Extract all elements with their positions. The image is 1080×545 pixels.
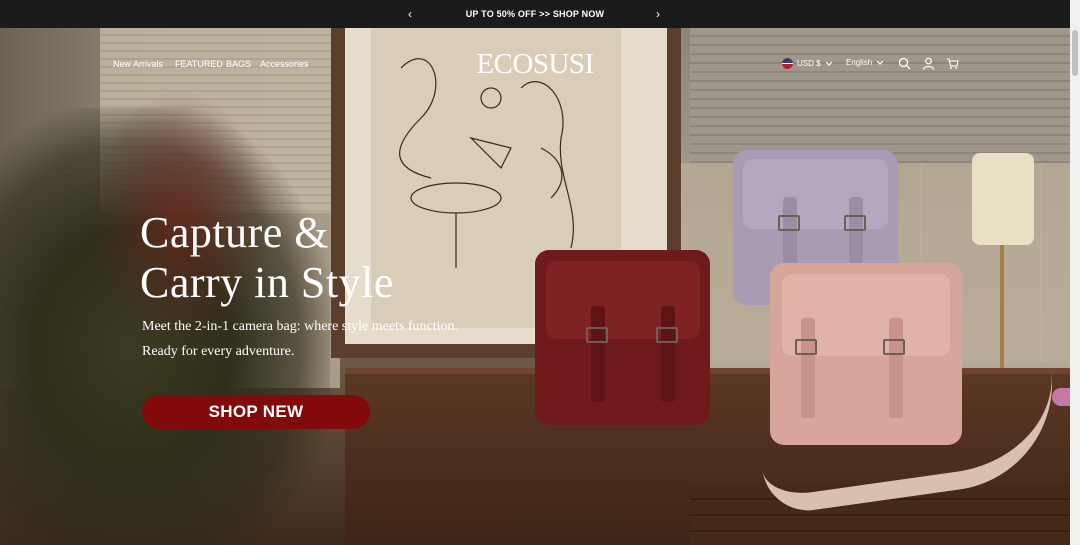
lamp-stem [1000, 245, 1004, 375]
currency-selector[interactable]: USD $ [782, 58, 833, 69]
hero-headline: Capture & Carry in Style [140, 208, 394, 308]
announcement-text[interactable]: UP TO 50% OFF >> SHOP NOW [0, 9, 1070, 19]
shop-new-button[interactable]: SHOP NEW [142, 395, 370, 429]
bag-buckle [585, 327, 608, 343]
page-scrollbar[interactable] [1070, 0, 1080, 545]
hero-headline-line2: Carry in Style [140, 258, 394, 307]
language-label: English [846, 58, 873, 67]
us-flag-icon [782, 58, 793, 69]
currency-label: USD $ [797, 59, 821, 68]
language-selector[interactable]: English [846, 58, 884, 67]
bag-buckle [883, 339, 906, 356]
cart-icon[interactable] [946, 57, 959, 70]
hero-banner: Capture & Carry in Style Meet the 2-in-1… [0, 28, 1070, 545]
lamp-shade [972, 153, 1034, 245]
announcement-bar: ‹ UP TO 50% OFF >> SHOP NOW › [0, 0, 1070, 28]
bag-buckle [777, 215, 800, 232]
announcement-next-icon[interactable]: › [656, 7, 660, 21]
bag-burgundy [535, 250, 710, 425]
bag-strap [591, 306, 605, 403]
chevron-down-icon [876, 60, 884, 65]
bag-pink [770, 263, 962, 445]
bag-strap [661, 306, 675, 403]
bag-flap [742, 159, 889, 230]
hero-subtitle: Meet the 2-in-1 camera bag: where style … [142, 314, 458, 364]
site-header: New Arrivals FEATURED BAGS Accessories E… [0, 28, 1070, 98]
hero-headline-line1: Capture & [140, 208, 330, 257]
bag-buckle [655, 327, 678, 343]
chevron-down-icon [825, 61, 832, 66]
search-icon[interactable] [898, 57, 911, 70]
scrollbar-thumb[interactable] [1072, 30, 1078, 76]
bag-strap [800, 317, 815, 418]
bag-buckle [794, 339, 817, 356]
hero-subtitle-line1: Meet the 2-in-1 camera bag: where style … [142, 319, 459, 334]
bag-buckle [843, 215, 866, 232]
floating-side-tab[interactable] [1052, 388, 1070, 406]
hero-subtitle-line2: Ready for every adventure. [142, 344, 295, 359]
user-icon[interactable] [922, 57, 935, 70]
bag-strap [889, 317, 904, 418]
